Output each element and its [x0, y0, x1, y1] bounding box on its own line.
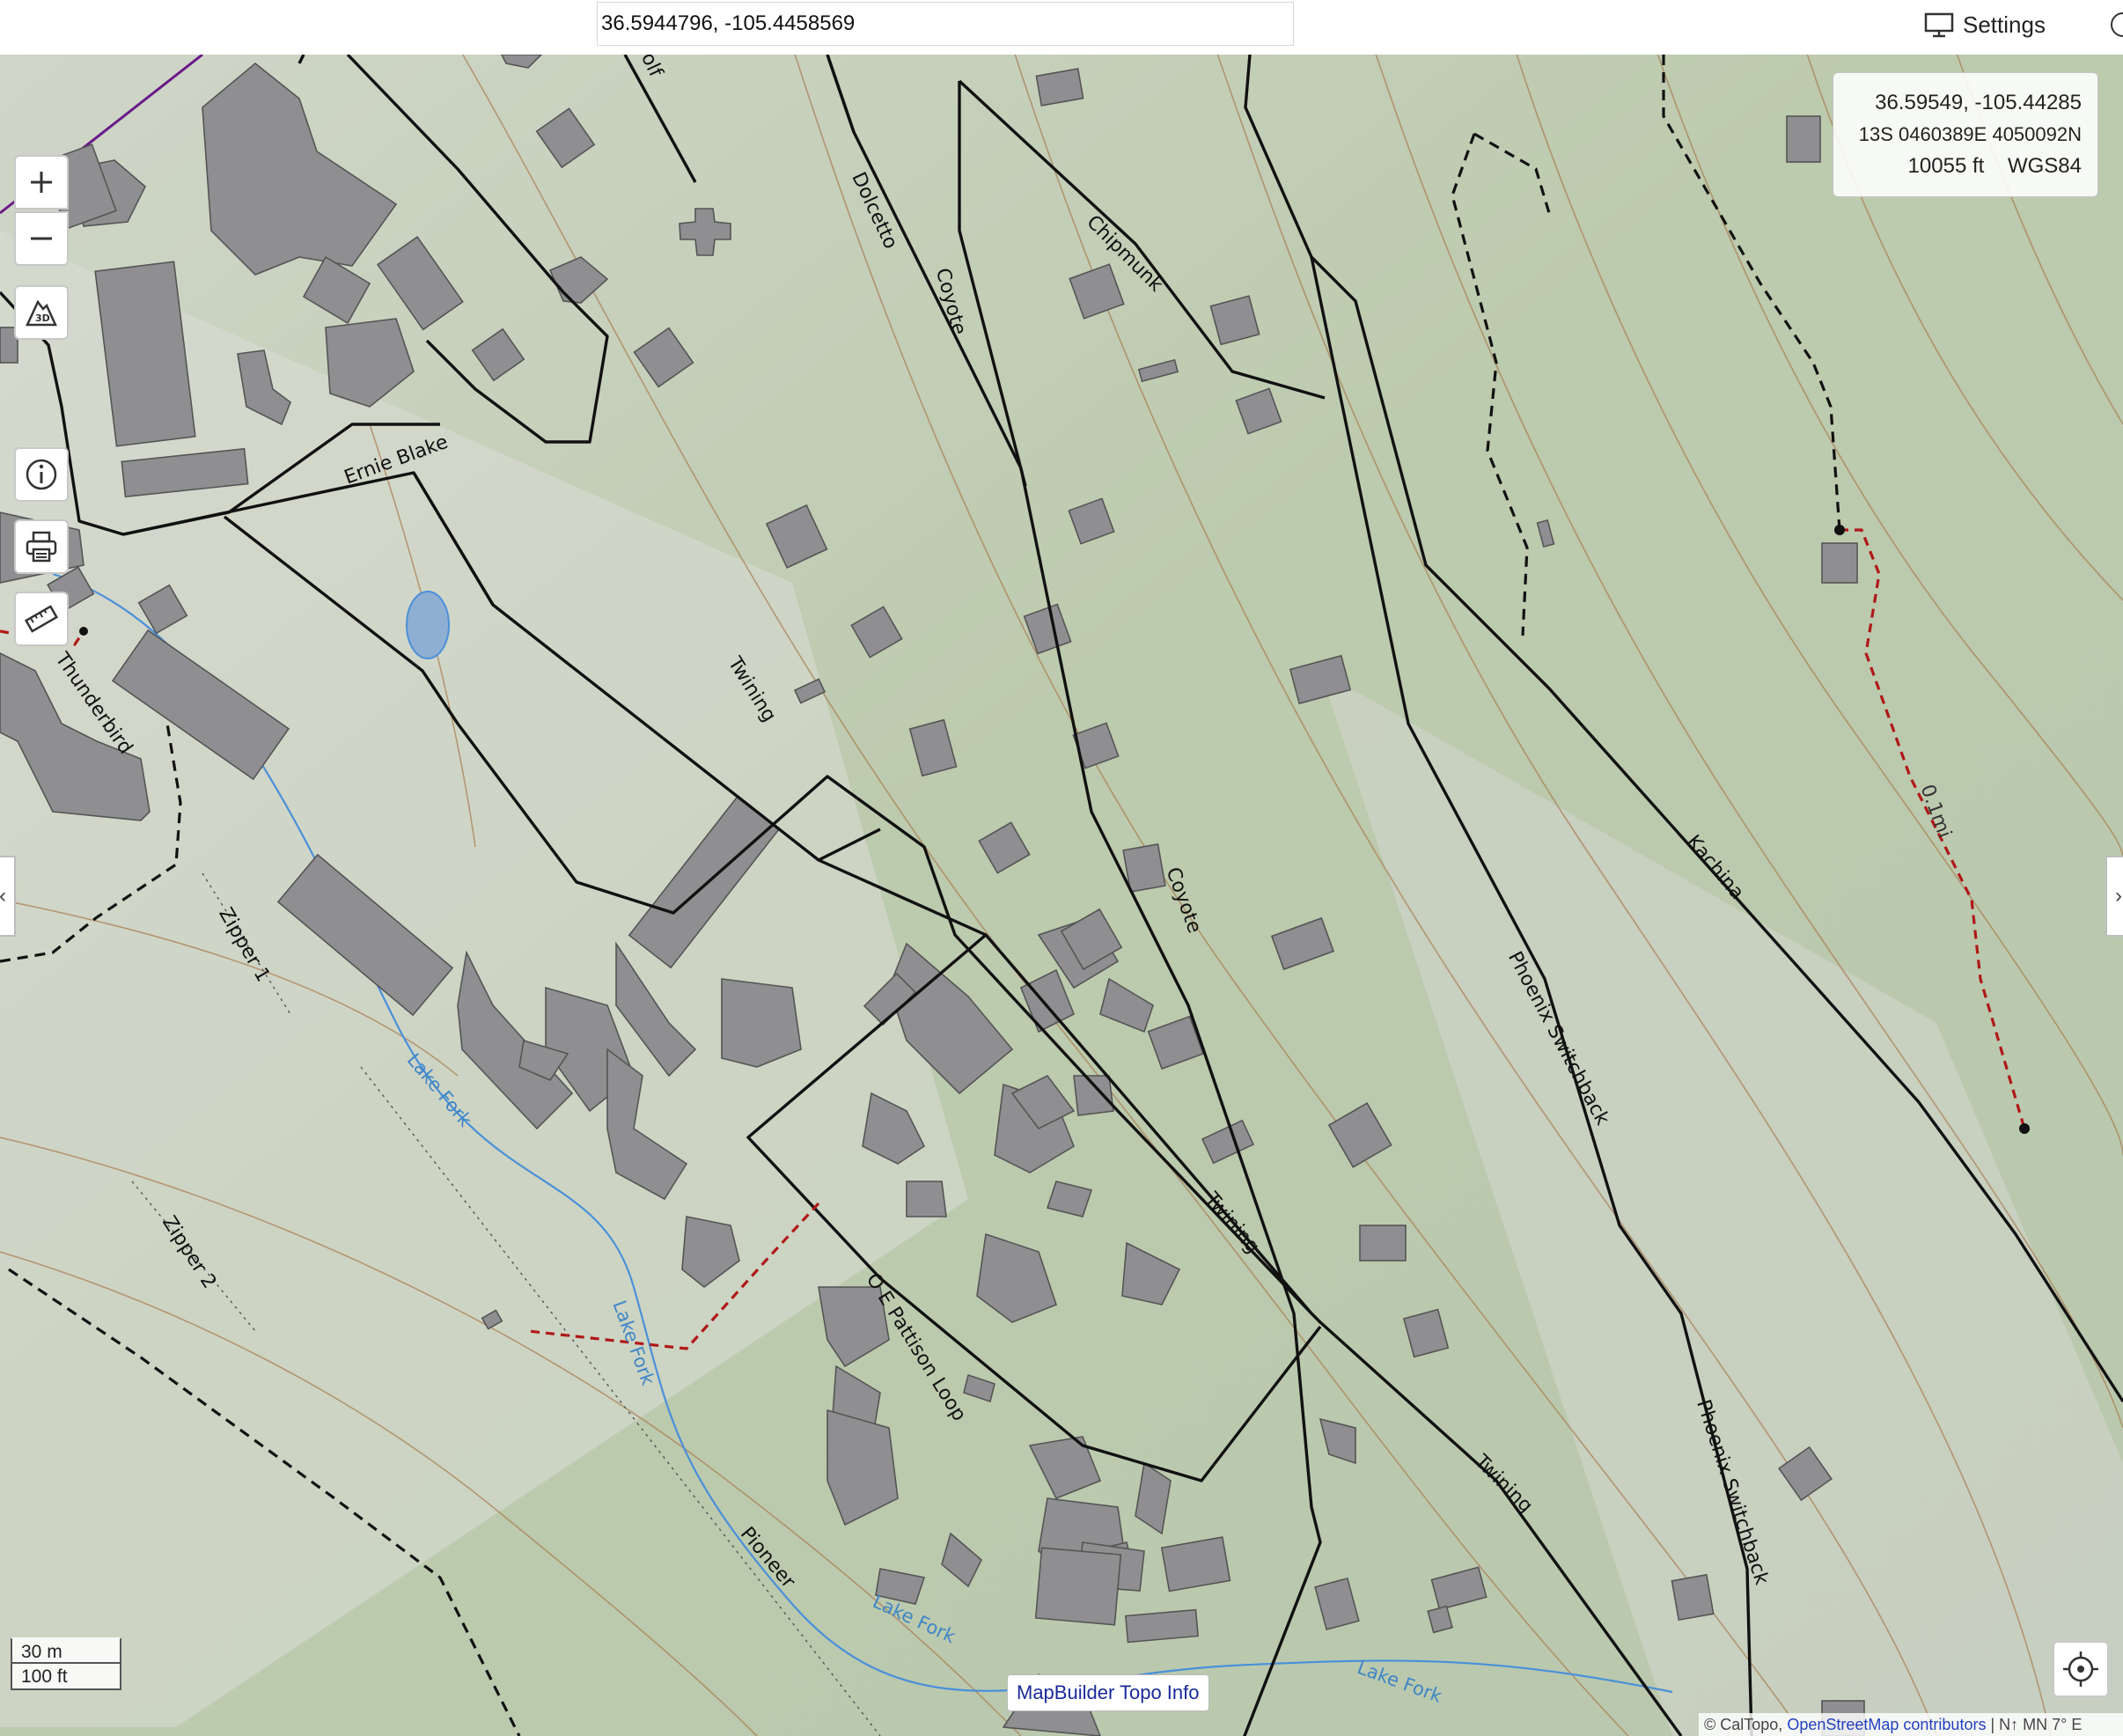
route-start-marker — [1834, 525, 1845, 535]
help-icon[interactable] — [2111, 12, 2123, 37]
topo-info-button[interactable]: MapBuilder Topo Info — [1007, 1674, 1209, 1711]
pond — [406, 591, 450, 659]
map-layer — [0, 55, 2123, 1736]
search-input[interactable] — [597, 2, 1294, 46]
elevation-readout: 10055 ft — [1907, 154, 1985, 178]
cursor-coordinates-panel: 36.59549, -105.44285 13S 0460389E 405009… — [1833, 72, 2098, 197]
info-icon — [26, 459, 57, 490]
zoom-in-button[interactable] — [14, 155, 69, 210]
minus-icon — [31, 237, 52, 240]
left-panel-toggle[interactable]: ‹ — [0, 856, 16, 937]
svg-text:3D: 3D — [35, 313, 50, 324]
plus-icon — [31, 172, 52, 193]
datum-readout: WGS84 — [2007, 154, 2082, 178]
latlon-readout: 36.59549, -105.44285 — [1875, 91, 2082, 114]
map-attribution: © CalTopo, OpenStreetMap contributors | … — [1699, 1713, 2123, 1736]
osm-contributors-link[interactable]: OpenStreetMap contributors — [1787, 1716, 1986, 1733]
info-button[interactable] — [14, 447, 69, 502]
crosshair-icon — [2063, 1651, 2098, 1687]
3d-mountain-icon: 3D — [26, 299, 57, 327]
route-node-marker — [79, 627, 88, 636]
measure-button[interactable] — [14, 592, 69, 646]
scale-bar: 30 m 100 ft — [11, 1637, 121, 1690]
ruler-icon — [24, 605, 59, 633]
scale-metric: 30 m — [11, 1637, 121, 1664]
chevron-right-icon: › — [2115, 884, 2122, 908]
attribution-suffix: | N↑ MN 7° E — [1990, 1716, 2083, 1733]
chevron-left-icon: ‹ — [0, 884, 6, 908]
right-panel-toggle[interactable]: › — [2105, 856, 2123, 937]
settings-label: Settings — [1963, 11, 2046, 38]
elevation-datum-readout: 10055 ft WGS84 — [1833, 151, 2082, 182]
3d-button[interactable]: 3D — [14, 285, 69, 340]
route-end-marker — [2019, 1123, 2030, 1134]
locate-me-button[interactable] — [2053, 1641, 2109, 1697]
monitor-icon — [1924, 12, 1954, 38]
settings-button[interactable]: Settings — [1924, 9, 2046, 40]
attribution-prefix: © CalTopo, — [1704, 1716, 1783, 1733]
top-bar: Settings — [0, 0, 2123, 55]
scale-imperial: 100 ft — [11, 1664, 121, 1690]
print-button[interactable] — [14, 519, 69, 574]
zoom-out-button[interactable] — [14, 211, 69, 266]
printer-icon — [26, 531, 57, 563]
utm-readout: 13S 0460389E 4050092N — [1858, 123, 2082, 145]
map-canvas[interactable]: Wolf Dolcetto Coyote Chipmunk Ernie Blak… — [0, 55, 2123, 1736]
